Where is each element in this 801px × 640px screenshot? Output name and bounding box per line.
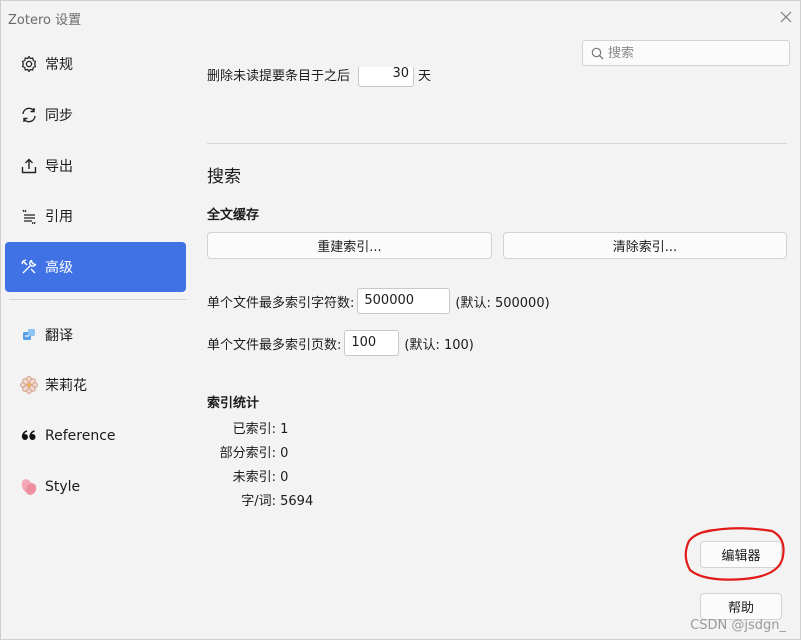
max-pages-input[interactable]: 100 [344,330,400,356]
sidebar-item-export[interactable]: 导出 [5,141,186,191]
stat-unindexed: 未索引: 0 [207,466,407,485]
settings-window: Zotero 设置 常规 同步 导出 引用 高级 翻译 茉莉花 Referenc… [0,0,801,640]
stat-indexed: 已索引: 1 [207,418,407,437]
stat-label: 字/词: [241,494,276,509]
sidebar-item-advanced[interactable]: 高级 [5,242,186,292]
stat-value: 1 [280,422,289,437]
tools-icon [19,257,39,277]
jasmine-icon [19,375,39,395]
translate-icon [19,325,39,345]
stat-partial: 部分索引: 0 [207,442,407,461]
close-icon [780,11,792,23]
clipped-row-input[interactable]: 30 [358,67,415,87]
search-section-title: 搜索 [207,167,241,187]
stat-label: 已索引: [232,422,276,437]
sidebar-item-label: 高级 [45,260,73,276]
max-pages-default: (默认: 100) [404,337,474,353]
sidebar-item-reference[interactable]: Reference [5,411,186,461]
rebuild-index-button[interactable]: 重建索引... [207,232,492,259]
help-button[interactable]: 帮助 [700,593,782,620]
sidebar-item-cite[interactable]: 引用 [5,191,186,241]
sidebar-item-general[interactable]: 常规 [5,39,186,89]
sidebar-item-label: 翻译 [45,328,73,344]
stat-label: 未索引: [232,470,276,485]
clipped-row-unit: 天 [418,68,432,84]
title-bar: Zotero 设置 [1,1,801,33]
stat-label: 部分索引: [219,446,276,461]
max-pages-label: 单个文件最多索引页数: [207,337,342,353]
section-divider [207,143,787,144]
petal-icon [19,477,39,497]
sidebar-item-style[interactable]: Style [5,462,186,512]
fulltext-cache-title: 全文缓存 [207,208,260,223]
sidebar-item-translate[interactable]: 翻译 [5,310,186,360]
window-title: Zotero 设置 [8,13,82,28]
sidebar-item-label: 常规 [45,57,73,73]
stat-value: 0 [280,446,289,461]
sidebar-item-sync[interactable]: 同步 [5,90,186,140]
stat-value: 0 [280,470,289,485]
sidebar-divider [9,299,187,300]
sidebar-item-label: 导出 [45,159,73,175]
search-input[interactable] [608,45,778,61]
clipped-feed-row: 删除未读提要条目于之后 30 天 [207,67,787,91]
clipped-row-label: 删除未读提要条目于之后 [207,68,351,84]
max-chars-default: (默认: 500000) [455,295,550,311]
sidebar-item-label: Style [45,479,81,495]
stat-value: 5694 [280,494,314,509]
gear-icon [19,54,39,74]
max-chars-label: 单个文件最多索引字符数: [207,295,355,311]
clear-index-button[interactable]: 清除索引... [503,232,787,259]
export-icon [19,156,39,176]
stat-words: 字/词: 5694 [207,490,407,509]
max-pages-row: 单个文件最多索引页数: 100 (默认: 100) [207,330,474,356]
max-chars-input[interactable]: 500000 [357,288,451,314]
search-field[interactable] [582,40,790,66]
quote-icon [19,426,39,446]
sidebar-item-label: 茉莉花 [45,378,87,394]
watermark: CSDN @jsdgn_ [690,618,786,633]
index-stats-title: 索引统计 [207,396,260,411]
editor-button[interactable]: 编辑器 [700,541,782,568]
close-button[interactable] [776,7,796,27]
sync-icon [19,105,39,125]
sidebar-item-label: 同步 [45,108,73,124]
cite-icon [19,206,39,226]
sidebar-item-label: 引用 [45,209,73,225]
search-icon [591,47,604,59]
max-chars-row: 单个文件最多索引字符数: 500000 (默认: 500000) [207,288,550,314]
sidebar-item-label: Reference [45,428,116,444]
sidebar-item-jasmine[interactable]: 茉莉花 [5,360,186,410]
